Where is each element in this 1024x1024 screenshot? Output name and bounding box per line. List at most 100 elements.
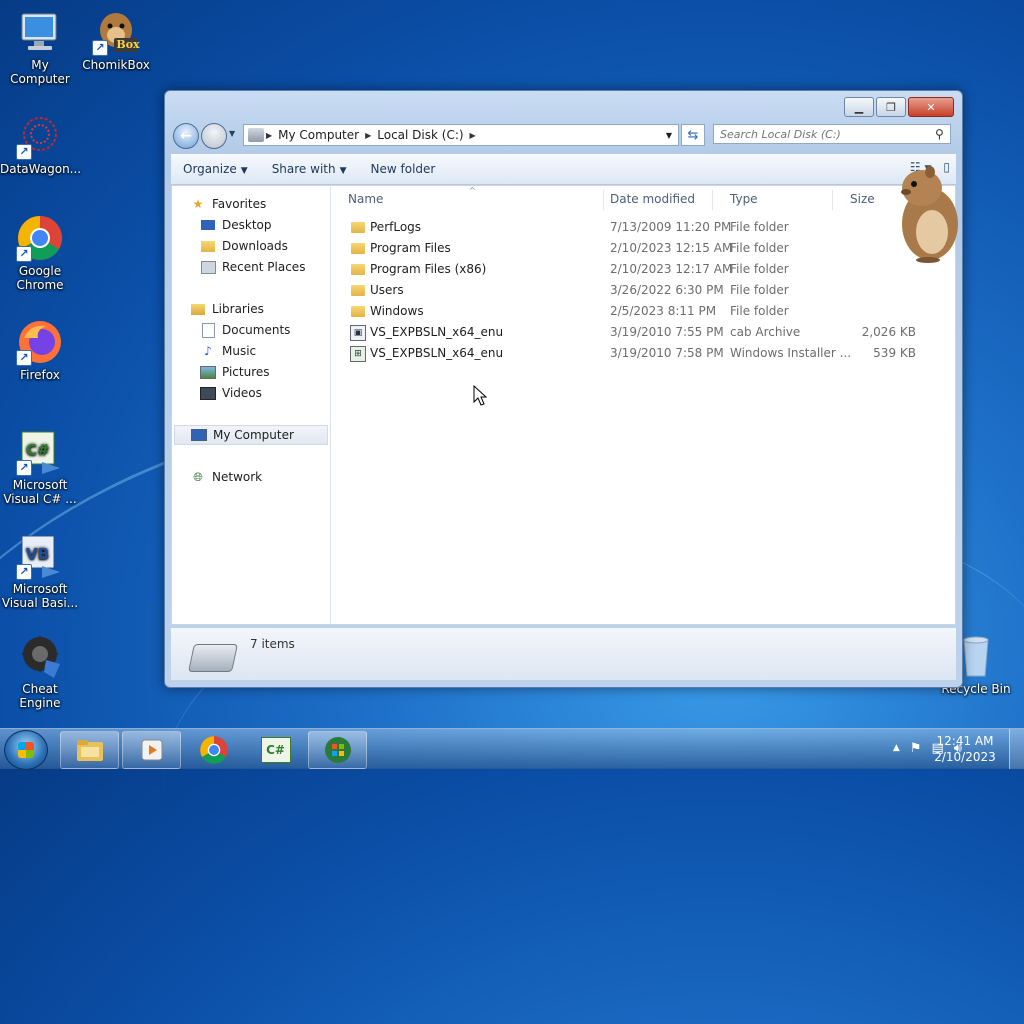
file-name: Program Files (x86) bbox=[370, 262, 487, 276]
command-bar: Organize▼ Share with▼ New folder ☷ ▼ ▯ bbox=[171, 154, 956, 185]
breadcrumb-my-computer[interactable]: My Computer bbox=[274, 128, 363, 142]
refresh-icon: ⇆ bbox=[687, 127, 699, 143]
desktop-icon-label: Microsoft Visual Basi... bbox=[1, 582, 79, 610]
start-button[interactable] bbox=[4, 730, 48, 770]
breadcrumb-local-disk[interactable]: Local Disk (C:) bbox=[373, 128, 467, 142]
forward-button[interactable] bbox=[201, 123, 227, 149]
desktop-icon-firefox[interactable]: ↗ Firefox bbox=[0, 318, 80, 382]
desktop-icon-label: Google Chrome bbox=[16, 264, 64, 292]
organize-button[interactable]: Organize ▼ bbox=[171, 162, 260, 176]
computer-location-icon bbox=[248, 128, 264, 142]
desktop-icon-google-chrome[interactable]: ↗ Google Chrome bbox=[0, 214, 80, 292]
nav-favorites[interactable]: ★ Favorites bbox=[190, 194, 348, 214]
refresh-button[interactable]: ⇆ bbox=[681, 124, 705, 146]
column-header-name[interactable]: Name ^ bbox=[331, 186, 604, 210]
file-row[interactable]: Windows 2/5/2023 8:11 PM File folder bbox=[331, 301, 951, 322]
file-type: File folder bbox=[730, 262, 789, 276]
nav-network[interactable]: 🌐︎ Network bbox=[190, 467, 348, 487]
file-list: Name ^ Date modified Type Size PerfLogs 7… bbox=[331, 186, 955, 624]
nav-label: Libraries bbox=[212, 302, 264, 316]
file-type: File folder bbox=[730, 220, 789, 234]
shortcut-arrow-icon: ↗ bbox=[92, 40, 108, 56]
close-button[interactable]: ✕ bbox=[908, 97, 954, 117]
shortcut-arrow-icon: ↗ bbox=[16, 350, 32, 366]
column-header-label: Date modified bbox=[610, 192, 696, 206]
clock-time: 12:41 AM bbox=[936, 734, 994, 748]
hamster-mascot[interactable] bbox=[884, 160, 964, 264]
recent-pages-dropdown-icon[interactable]: ▼ bbox=[229, 129, 235, 138]
file-row[interactable]: Program Files (x86) 2/10/2023 12:17 AM F… bbox=[331, 259, 951, 280]
shortcut-arrow-icon: ↗ bbox=[16, 246, 32, 262]
breadcrumb-separator-icon[interactable]: ▶ bbox=[363, 131, 373, 140]
address-history-dropdown-icon[interactable]: ▼ bbox=[666, 131, 672, 140]
back-arrow-icon: ← bbox=[180, 128, 192, 144]
desktop-icon-label: Microsoft Visual C# ... bbox=[3, 478, 77, 506]
minimize-button[interactable]: ▁ bbox=[844, 97, 874, 117]
column-header-date-modified[interactable]: Date modified bbox=[593, 190, 713, 210]
clock[interactable]: 12:41 AM 2/10/2023 bbox=[930, 733, 1000, 765]
file-date: 3/26/2022 6:30 PM bbox=[610, 283, 724, 297]
file-type: File folder bbox=[730, 241, 789, 255]
taskbar-windows-button[interactable] bbox=[308, 731, 367, 769]
file-row[interactable]: ▣ VS_EXPBSLN_x64_enu 3/19/2010 7:55 PM c… bbox=[331, 322, 951, 343]
windows-logo-icon bbox=[18, 742, 34, 758]
search-icon: ⚲ bbox=[935, 127, 944, 141]
file-type: cab Archive bbox=[730, 325, 801, 339]
navigation-pane: ★ Favorites Desktop Downloads Recent Plac… bbox=[172, 186, 331, 624]
taskbar-media-player-button[interactable] bbox=[122, 731, 181, 769]
show-hidden-icons-button[interactable]: ▲ bbox=[893, 743, 900, 756]
breadcrumb-separator-icon[interactable]: ▶ bbox=[468, 131, 478, 140]
breadcrumb-separator-icon[interactable]: ▶ bbox=[264, 131, 274, 140]
close-icon: ✕ bbox=[926, 100, 936, 114]
column-header-label: Size bbox=[850, 192, 875, 206]
chevron-down-icon: ▼ bbox=[339, 166, 347, 176]
file-date: 2/10/2023 12:17 AM bbox=[610, 262, 733, 276]
taskbar-visual-csharp-button[interactable]: C# bbox=[246, 731, 305, 769]
desktop-icon-datawagon[interactable]: ↗ DataWagon... bbox=[0, 112, 81, 176]
firefox-icon: ↗ bbox=[16, 318, 64, 366]
new-folder-button[interactable]: New folder bbox=[359, 162, 448, 176]
file-type: Windows Installer ... bbox=[730, 346, 852, 360]
desktop-icon-cheat-engine[interactable]: Cheat Engine bbox=[0, 632, 80, 710]
search-input[interactable] bbox=[713, 124, 951, 144]
file-row[interactable]: ⊞ VS_EXPBSLN_x64_enu 3/19/2010 7:58 PM W… bbox=[331, 343, 951, 364]
show-desktop-button[interactable] bbox=[1009, 729, 1024, 769]
shortcut-arrow-icon: ↗ bbox=[16, 564, 32, 580]
nav-libraries[interactable]: Libraries bbox=[190, 299, 348, 319]
nav-label: Network bbox=[212, 470, 263, 484]
media-player-icon bbox=[141, 739, 162, 761]
address-bar[interactable]: ▶ My Computer ▶ Local Disk (C:) ▶ ▼ bbox=[243, 124, 679, 146]
share-with-label: Share with bbox=[271, 162, 336, 176]
action-center-flag-icon[interactable]: ⚑ bbox=[910, 741, 922, 756]
taskbar-explorer-button[interactable] bbox=[60, 731, 119, 769]
column-header-type[interactable]: Type bbox=[713, 190, 833, 210]
maximize-button[interactable]: ❐ bbox=[876, 97, 906, 117]
visual-csharp-icon: C# bbox=[260, 737, 291, 763]
item-count: 7 items bbox=[250, 637, 295, 651]
desktop-icon-chomikbox[interactable]: Box ↗ ChomikBox bbox=[76, 8, 156, 72]
downloads-folder-icon bbox=[200, 238, 216, 254]
explorer-window[interactable]: ▁ ❐ ✕ ← ▼ ▶ My Computer ▶ Local Disk (C:… bbox=[164, 90, 963, 688]
maximize-icon: ❐ bbox=[886, 100, 896, 114]
nav-label: Pictures bbox=[222, 365, 270, 379]
file-size: 2,026 KB bbox=[861, 325, 916, 339]
windows-installer-icon: ⊞ bbox=[350, 346, 366, 362]
nav-my-computer[interactable]: My Computer bbox=[174, 425, 328, 445]
back-button[interactable]: ← bbox=[173, 123, 199, 149]
folder-icon bbox=[351, 306, 365, 317]
recent-places-icon bbox=[200, 259, 216, 275]
file-row[interactable]: PerfLogs 7/13/2009 11:20 PM File folder bbox=[331, 217, 951, 238]
desktop-icon-my-computer[interactable]: My Computer bbox=[0, 8, 80, 86]
desktop-icon-label: My Computer bbox=[10, 58, 70, 86]
visual-csharp-icon: C# ↗ bbox=[16, 428, 64, 476]
share-with-button[interactable]: Share with ▼ bbox=[260, 162, 359, 176]
desktop-icon-visual-basic[interactable]: VB ↗ Microsoft Visual Basi... bbox=[0, 532, 80, 610]
desktop-icon-visual-csharp[interactable]: C# ↗ Microsoft Visual C# ... bbox=[0, 428, 80, 506]
file-row[interactable]: Users 3/26/2022 6:30 PM File folder bbox=[331, 280, 951, 301]
file-row[interactable]: Program Files 2/10/2023 12:15 AM File fo… bbox=[331, 238, 951, 259]
details-pane: 7 items bbox=[171, 628, 956, 680]
file-date: 2/5/2023 8:11 PM bbox=[610, 304, 717, 318]
taskbar-chrome-button[interactable] bbox=[184, 731, 243, 769]
desktop-icon-label: Cheat Engine bbox=[19, 682, 61, 710]
column-header-label: Name bbox=[348, 192, 384, 206]
